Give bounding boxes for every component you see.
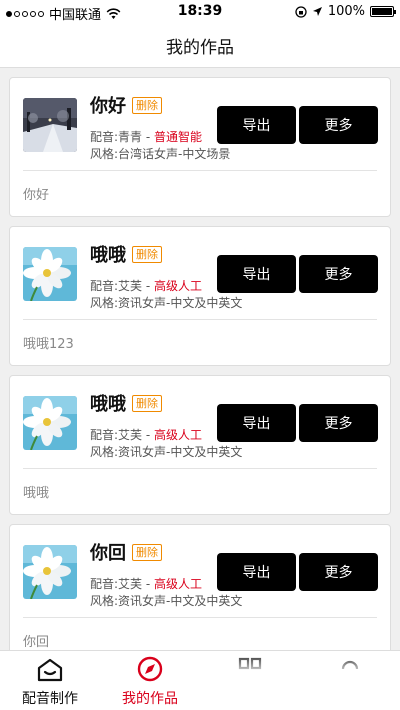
- snow-street-image: [23, 98, 77, 152]
- voice-tier: 高级人工: [154, 279, 203, 293]
- compass-icon: [137, 656, 163, 682]
- divider: [23, 617, 377, 618]
- work-text: 你好: [23, 188, 50, 203]
- tab-overlay: [200, 651, 400, 710]
- work-card[interactable]: 哦哦 删除 配音:艾芙 - 高级人工 风格:资讯女声-中文及中英文 导出 更多 …: [9, 375, 391, 515]
- voice-info: 配音:青青 - 普通智能: [90, 128, 202, 145]
- more-button[interactable]: 更多: [299, 553, 378, 591]
- more-button[interactable]: 更多: [299, 106, 378, 144]
- voice-info: 配音:艾芙 - 高级人工: [90, 426, 202, 443]
- house-icon: [37, 658, 63, 682]
- tab-bar: 配音制作 我的作品: [0, 650, 400, 710]
- work-title-row: 你好 删除: [90, 92, 162, 118]
- more-button[interactable]: 更多: [299, 255, 378, 293]
- work-title: 哦哦: [90, 394, 126, 415]
- divider: [23, 170, 377, 171]
- voice-prefix: 配音:艾芙 -: [90, 577, 155, 591]
- work-title: 哦哦: [90, 245, 126, 266]
- rotation-lock-icon: [295, 5, 307, 18]
- work-title-row: 哦哦 删除: [90, 390, 162, 416]
- export-button[interactable]: 导出: [217, 404, 296, 442]
- delete-badge[interactable]: 删除: [132, 394, 162, 412]
- divider: [23, 468, 377, 469]
- work-title-row: 你回 删除: [90, 539, 162, 565]
- battery-icon: [370, 6, 396, 17]
- work-text: 哦哦123: [23, 337, 74, 352]
- status-bar: 中国联通 18:39 100%: [0, 0, 400, 24]
- nav-bar: 我的作品: [0, 24, 400, 68]
- delete-badge[interactable]: 删除: [132, 245, 162, 263]
- delete-badge[interactable]: 删除: [132, 543, 162, 561]
- white-flower-image: [23, 545, 77, 599]
- voice-prefix: 配音:艾芙 -: [90, 428, 155, 442]
- tab-my-works[interactable]: 我的作品: [100, 651, 200, 710]
- work-title: 你回: [90, 543, 126, 564]
- tab-label: 我的作品: [122, 691, 178, 707]
- delete-badge[interactable]: 删除: [132, 96, 162, 114]
- voice-tier: 高级人工: [154, 428, 203, 442]
- work-title-row: 哦哦 删除: [90, 241, 162, 267]
- work-card[interactable]: 你回 删除 配音:艾芙 - 高级人工 风格:资讯女声-中文及中英文 导出 更多 …: [9, 524, 391, 650]
- export-button[interactable]: 导出: [217, 106, 296, 144]
- battery-percent: 100%: [327, 4, 365, 19]
- style-info: 风格:资讯女声-中文及中英文: [90, 594, 243, 608]
- location-icon: [312, 7, 322, 16]
- style-info: 风格:资讯女声-中文及中英文: [90, 445, 243, 459]
- tab-label: 配音制作: [22, 691, 78, 707]
- voice-tier: 高级人工: [154, 577, 203, 591]
- white-flower-image: [23, 396, 77, 450]
- style-info: 风格:台湾话女声-中文场景: [90, 147, 231, 161]
- voice-info: 配音:艾芙 - 高级人工: [90, 575, 202, 592]
- voice-prefix: 配音:青青 -: [90, 130, 155, 144]
- works-list[interactable]: 你好 删除 配音:青青 - 普通智能 风格:台湾话女声-中文场景 导出 更多 你…: [0, 68, 400, 650]
- page-title: 我的作品: [166, 38, 234, 58]
- more-button[interactable]: 更多: [299, 404, 378, 442]
- voice-prefix: 配音:艾芙 -: [90, 279, 155, 293]
- work-card[interactable]: 哦哦 删除 配音:艾芙 - 高级人工 风格:资讯女声-中文及中英文 导出 更多 …: [9, 226, 391, 366]
- tab-dubbing[interactable]: 配音制作: [0, 651, 100, 710]
- export-button[interactable]: 导出: [217, 255, 296, 293]
- work-text: 哦哦: [23, 486, 50, 501]
- voice-tier: 普通智能: [154, 130, 203, 144]
- work-title: 你好: [90, 96, 126, 117]
- style-info: 风格:资讯女声-中文及中英文: [90, 296, 243, 310]
- work-text: 你回: [23, 635, 50, 650]
- divider: [23, 319, 377, 320]
- work-card[interactable]: 你好 删除 配音:青青 - 普通智能 风格:台湾话女声-中文场景 导出 更多 你…: [9, 77, 391, 217]
- white-flower-image: [23, 247, 77, 301]
- export-button[interactable]: 导出: [217, 553, 296, 591]
- status-right: 100%: [295, 4, 396, 19]
- voice-info: 配音:艾芙 - 高级人工: [90, 277, 202, 294]
